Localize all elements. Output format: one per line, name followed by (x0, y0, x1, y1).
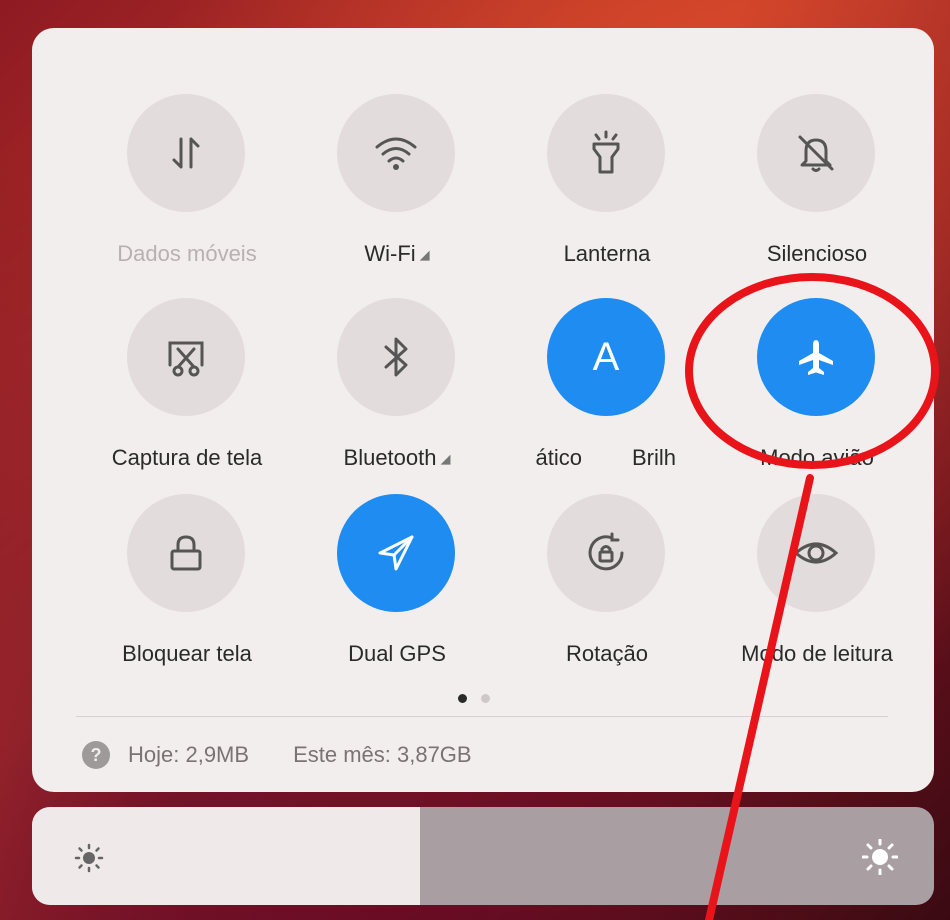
wifi-icon (337, 94, 455, 212)
tile-label: Bluetooth ◢ (343, 445, 451, 470)
tile-silent[interactable]: Silencioso (712, 94, 922, 274)
data-usage[interactable]: ? Hoje: 2,9MB Este mês: 3,87GB (82, 736, 472, 774)
tile-bluetooth[interactable]: Bluetooth ◢ (292, 298, 502, 478)
tile-auto-brightness[interactable]: A ático Brilh (502, 298, 712, 478)
tile-label: Captura de tela (111, 445, 263, 470)
tile-rotation[interactable]: Rotação (502, 494, 712, 674)
usage-today: Hoje: 2,9MB (128, 742, 250, 767)
rotation-lock-icon (547, 494, 665, 612)
screenshot-icon (127, 298, 245, 416)
tile-dual-gps[interactable]: Dual GPS (292, 494, 502, 674)
usage-month: Este mês: 3,87GB (293, 742, 472, 767)
page-dot (481, 694, 490, 703)
tile-label: Dados móveis (117, 241, 257, 266)
brightness-high-icon (862, 839, 898, 875)
tile-reading-mode[interactable]: Modo de leitura (712, 494, 922, 674)
gps-arrow-icon (337, 494, 455, 612)
tile-wifi[interactable]: Wi-Fi ◢ (292, 94, 502, 274)
tile-label: Lanterna (563, 241, 651, 266)
bluetooth-icon (337, 298, 455, 416)
quick-settings-panel: Dados móveis Wi-Fi ◢ Lanterna Silencioso … (32, 28, 934, 792)
flashlight-icon (547, 94, 665, 212)
tile-label: Rotação (566, 641, 648, 666)
signal-icon: ◢ (419, 247, 430, 262)
page-dot-active (458, 694, 467, 703)
bell-off-icon (757, 94, 875, 212)
brightness-low-icon (74, 843, 104, 873)
tile-label: ático (535, 445, 582, 470)
data-arrows-icon (127, 94, 245, 212)
tile-label: Modo de leitura (741, 641, 893, 666)
tile-airplane-mode[interactable]: Modo avião (712, 298, 922, 478)
help-icon[interactable]: ? (82, 741, 110, 769)
signal-icon: ◢ (440, 451, 451, 466)
lock-icon (127, 494, 245, 612)
divider (76, 716, 888, 717)
tile-label: Wi-Fi ◢ (364, 241, 430, 266)
tile-screenshot[interactable]: Captura de tela (82, 298, 292, 478)
tile-flashlight[interactable]: Lanterna (502, 94, 712, 274)
tile-label: Modo avião (760, 445, 874, 470)
tile-label: Bloquear tela (122, 641, 252, 666)
auto-brightness-icon: A (547, 298, 665, 416)
tile-lock-screen[interactable]: Bloquear tela (82, 494, 292, 674)
brightness-slider[interactable] (32, 807, 934, 905)
tile-label: Dual GPS (348, 641, 446, 666)
eye-icon (757, 494, 875, 612)
tile-mobile-data[interactable]: Dados móveis (82, 94, 292, 274)
page-indicator[interactable] (458, 690, 504, 708)
tile-label-clipped: Brilh (632, 445, 677, 470)
tile-label: Silencioso (766, 241, 868, 266)
airplane-icon (757, 298, 875, 416)
